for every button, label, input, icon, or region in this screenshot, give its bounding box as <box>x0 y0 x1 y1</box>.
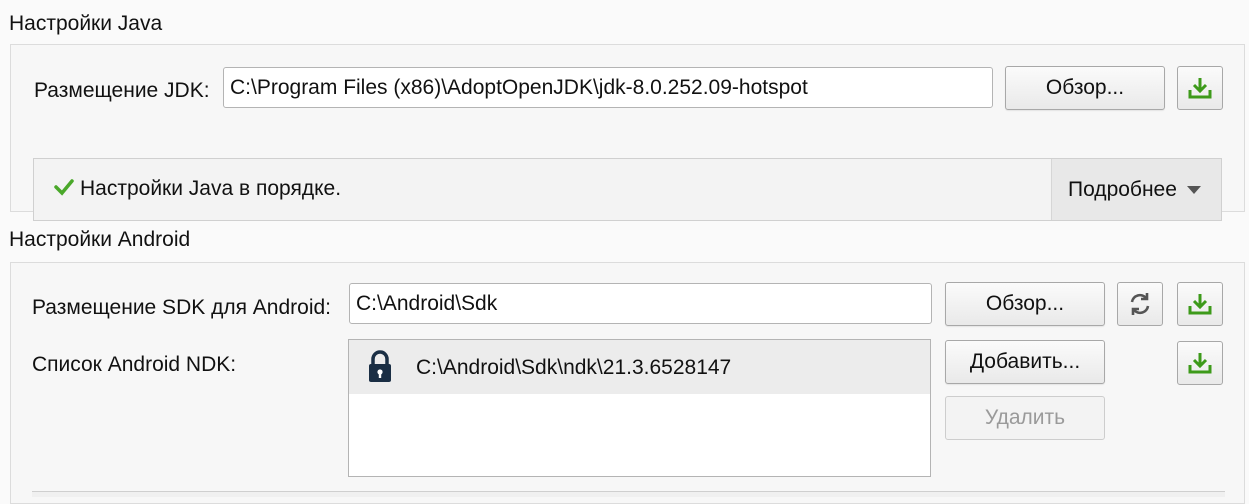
refresh-icon <box>1130 293 1150 315</box>
sdk-location-field[interactable]: C:\Android\Sdk <box>349 283 932 324</box>
jdk-download-button[interactable] <box>1177 66 1223 110</box>
sdk-download-button[interactable] <box>1177 282 1223 326</box>
download-icon <box>1188 353 1212 374</box>
sdk-location-label: Размещение SDK для Android: <box>32 296 332 319</box>
download-icon <box>1188 294 1212 315</box>
ndk-remove-button[interactable]: Удалить <box>945 396 1105 440</box>
sdk-browse-button[interactable]: Обзор... <box>945 282 1105 326</box>
jdk-browse-button[interactable]: Обзор... <box>1005 66 1165 110</box>
details-label: Подробнее <box>1068 178 1177 201</box>
list-item[interactable]: C:\Android\Sdk\ndk\21.3.6528147 <box>349 340 930 394</box>
details-dropdown-button[interactable]: Подробнее <box>1051 159 1221 220</box>
jdk-location-label: Размещение JDK: <box>34 79 210 102</box>
android-settings-title: Настройки Android <box>9 228 191 251</box>
ndk-list[interactable]: C:\Android\Sdk\ndk\21.3.6528147 <box>348 339 931 477</box>
java-status-box: Настройки Java в порядке. Подробнее <box>33 158 1222 221</box>
java-settings-group: Размещение JDK: C:\Program Files (x86)\A… <box>10 44 1245 221</box>
android-status-box <box>32 491 1225 497</box>
lock-icon <box>369 350 391 382</box>
sdk-refresh-button[interactable] <box>1117 282 1163 326</box>
download-icon <box>1188 78 1212 99</box>
java-settings-title: Настройки Java <box>9 12 163 35</box>
ndk-path: C:\Android\Sdk\ndk\21.3.6528147 <box>416 356 732 379</box>
ndk-list-label: Список Android NDK: <box>32 353 237 376</box>
jdk-location-field[interactable]: C:\Program Files (x86)\AdoptOpenJDK\jdk-… <box>223 67 993 108</box>
ndk-download-button[interactable] <box>1177 341 1223 385</box>
ndk-add-button[interactable]: Добавить... <box>945 340 1105 384</box>
java-status-text: Настройки Java в порядке. <box>80 177 342 200</box>
chevron-down-icon <box>1186 186 1201 195</box>
check-icon <box>54 179 74 196</box>
